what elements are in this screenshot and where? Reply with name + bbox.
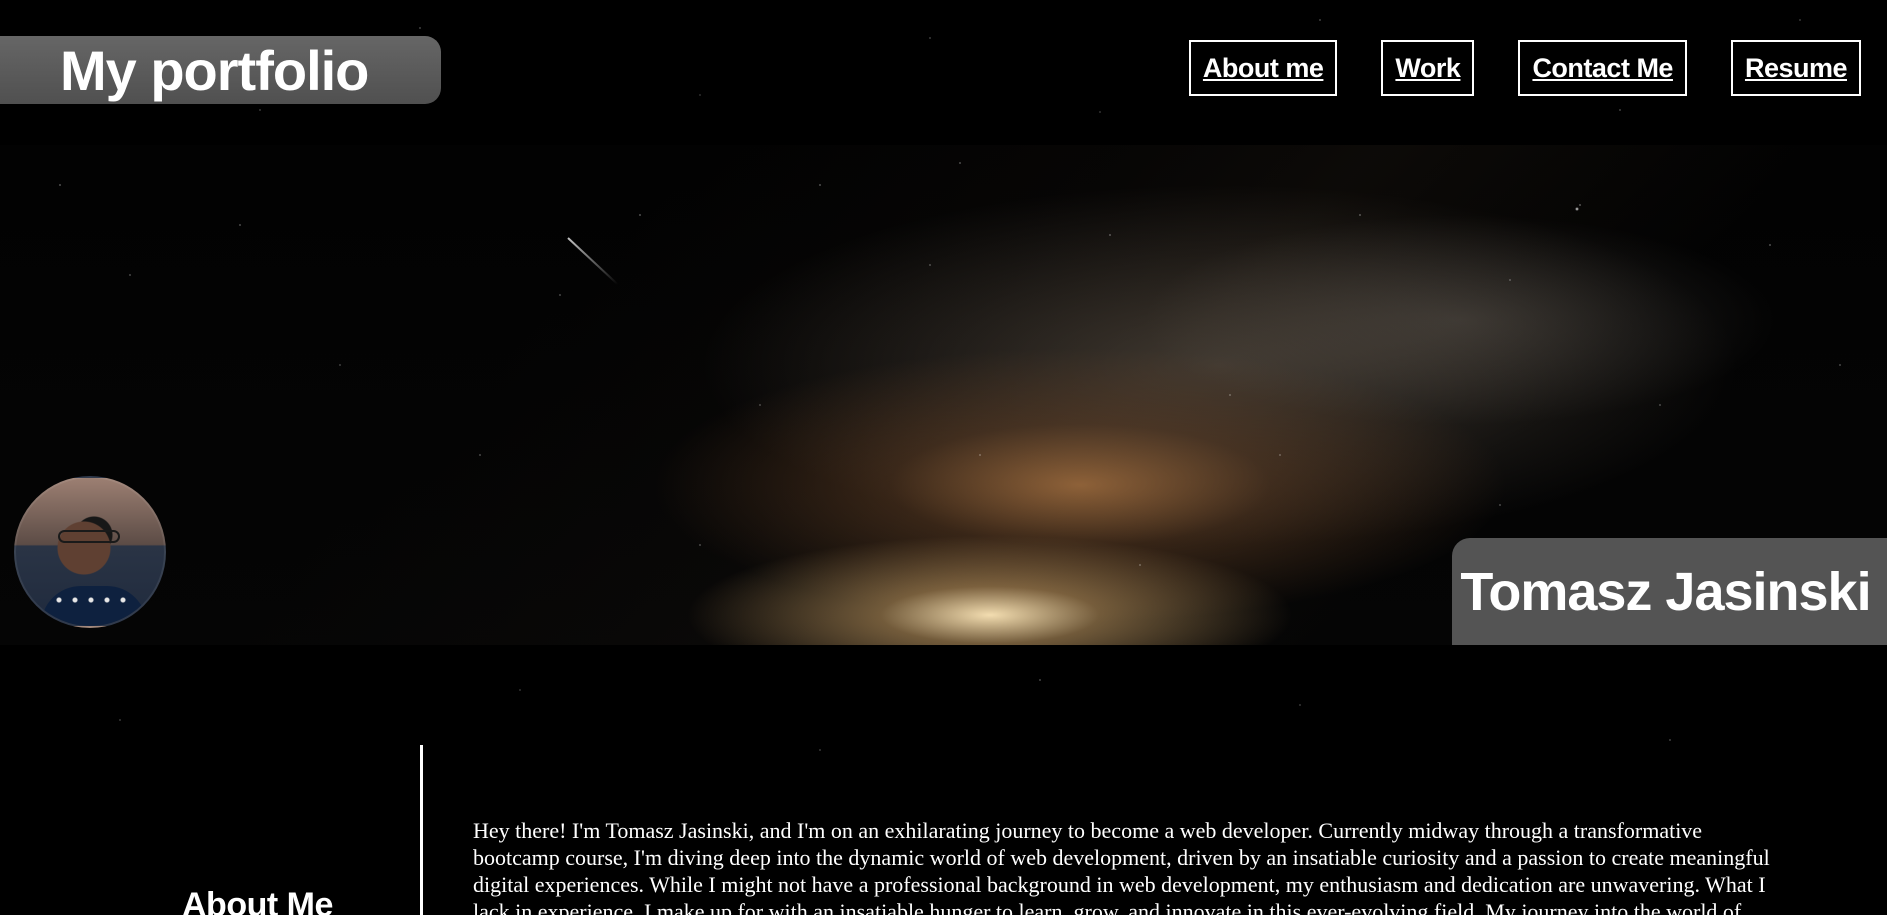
- hero-banner: Tomasz Jasinski: [0, 145, 1887, 645]
- about-paragraph: Hey there! I'm Tomasz Jasinski, and I'm …: [473, 818, 1770, 915]
- nav-work-button[interactable]: Work: [1381, 40, 1475, 96]
- nav-contact-me-button[interactable]: Contact Me: [1518, 40, 1687, 96]
- site-header: My portfolio About me Work Contact Me Re…: [0, 0, 1887, 140]
- about-heading: About Me: [182, 886, 333, 915]
- top-navigation: About me Work Contact Me Resume: [1188, 40, 1861, 96]
- nav-about-me-button[interactable]: About me: [1188, 40, 1338, 96]
- hero-name-plate: Tomasz Jasinski: [1452, 538, 1887, 645]
- about-section: About Me Hey there! I'm Tomasz Jasinski,…: [0, 745, 1887, 915]
- nav-resume-button[interactable]: Resume: [1730, 40, 1861, 96]
- about-divider: [420, 745, 423, 915]
- profile-avatar: [14, 476, 166, 628]
- brand-title: My portfolio: [0, 36, 441, 104]
